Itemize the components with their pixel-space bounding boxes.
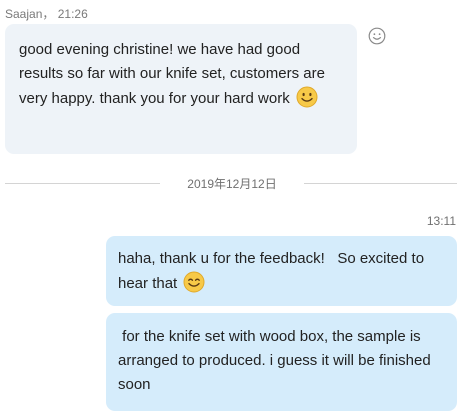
outgoing-message-text: for the knife set with wood box, the sam… — [118, 328, 435, 393]
date-divider-label: 2019年12月12日 — [187, 177, 277, 191]
incoming-message-text: good evening christine! we have had good… — [19, 41, 330, 107]
message-sender-meta: Saajan， 21:26 — [5, 5, 88, 22]
outgoing-message-time: 13:11 — [426, 214, 456, 228]
outgoing-message-text: haha, thank u for the feedback! So excit… — [118, 250, 429, 292]
smiley-emoji-icon — [183, 271, 205, 293]
date-divider-line-right — [304, 183, 457, 184]
sender-name: Saajan — [5, 7, 43, 21]
message-time: 21:26 — [57, 7, 88, 21]
outgoing-message-bubble[interactable]: haha, thank u for the feedback! So excit… — [106, 236, 457, 306]
incoming-message-bubble[interactable]: good evening christine! we have had good… — [5, 24, 357, 154]
smiley-emoji-icon — [296, 86, 318, 108]
sender-separator: ， — [42, 7, 55, 21]
date-divider-line-left — [5, 183, 160, 184]
add-reaction-icon[interactable] — [368, 27, 386, 45]
outgoing-message-bubble[interactable]: for the knife set with wood box, the sam… — [106, 313, 457, 411]
